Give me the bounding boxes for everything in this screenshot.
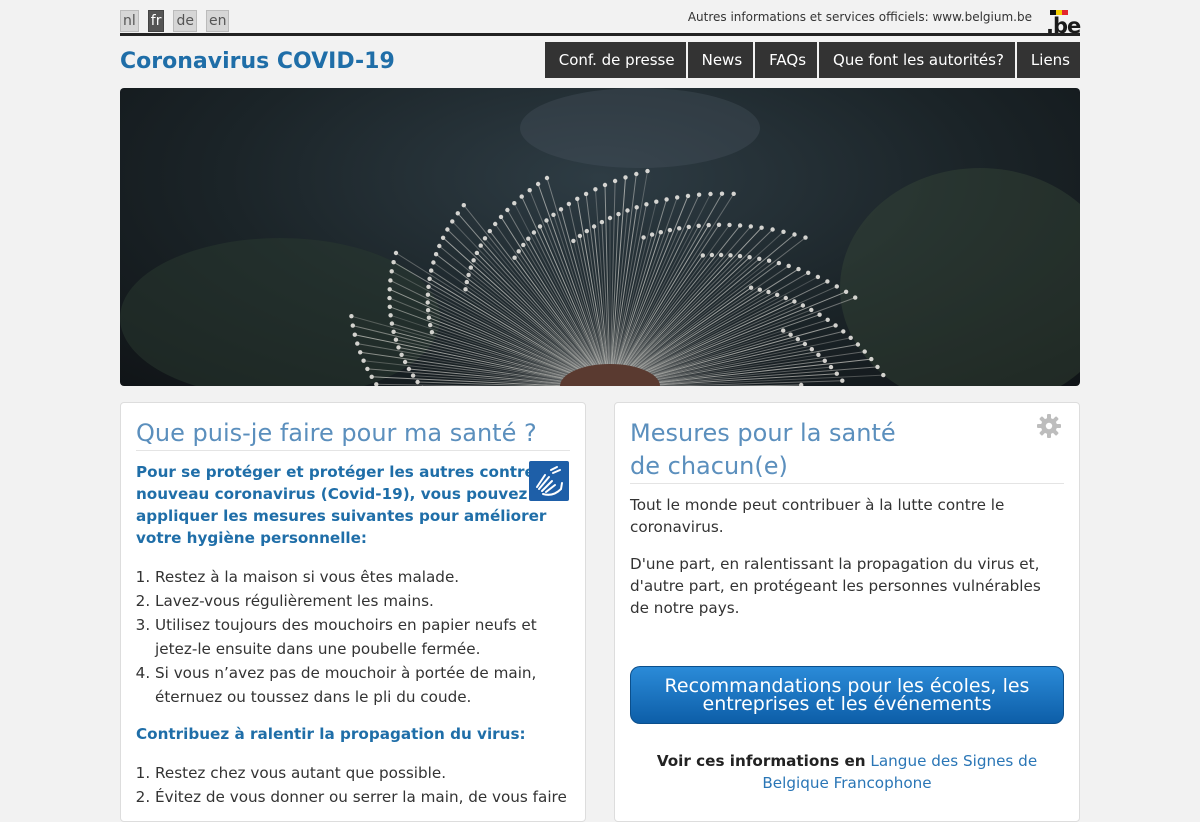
nav-news[interactable]: News — [688, 42, 754, 78]
language-de[interactable]: de — [173, 10, 197, 32]
measures-paragraph-1: Tout le monde peut contribuer à la lutte… — [630, 494, 1064, 538]
slowdown-list: Restez chez vous autant que possible. Év… — [136, 761, 570, 809]
top-bar: nl fr de en Autres informations et servi… — [120, 0, 1080, 36]
nav-faqs[interactable]: FAQs — [755, 42, 817, 78]
language-en[interactable]: en — [206, 10, 230, 32]
list-item: Évitez de vous donner ou serrer la main,… — [155, 785, 570, 809]
measures-heading-line2: de chacun(e) — [630, 452, 788, 480]
official-info-link[interactable]: Autres informations et services officiel… — [688, 10, 1032, 24]
health-card: Que puis-je faire pour ma santé ? Pour s… — [120, 402, 586, 822]
list-item: Utilisez toujours des mouchoirs en papie… — [155, 613, 570, 661]
sign-language-prefix: Voir ces informations en — [657, 752, 866, 770]
list-item: Restez chez vous autant que possible. — [155, 761, 570, 785]
page: nl fr de en Autres informations et servi… — [120, 0, 1080, 386]
language-switcher: nl fr de en — [120, 10, 229, 32]
language-nl[interactable]: nl — [120, 10, 139, 32]
health-card-heading: Que puis-je faire pour ma santé ? — [136, 417, 570, 451]
measures-heading-line1: Mesures pour la santé — [630, 419, 896, 447]
sign-language-link-line1: Langue des Signes de — [870, 752, 1037, 770]
language-fr[interactable]: fr — [148, 10, 165, 32]
measures-card-heading: Mesures pour la santé de chacun(e) — [630, 417, 1064, 484]
recommendations-button-line2: entreprises et les événements — [703, 693, 992, 715]
dandelion-illustration — [120, 88, 1080, 386]
nav-links[interactable]: Liens — [1017, 42, 1080, 78]
header: Coronavirus COVID-19 Conf. de presse New… — [120, 36, 1080, 86]
health-intro-text: Pour se protéger et protéger les autres … — [136, 461, 568, 549]
hygiene-list: Restez à la maison si vous êtes malade. … — [136, 565, 570, 709]
nav-authorities[interactable]: Que font les autorités? — [819, 42, 1015, 78]
list-item: Si vous n’avez pas de mouchoir à portée … — [155, 661, 570, 709]
measures-card: Mesures pour la santé de chacun(e) Tout — [614, 402, 1080, 822]
health-intro: Pour se protéger et protéger les autres … — [136, 461, 570, 549]
list-item: Restez à la maison si vous êtes malade. — [155, 565, 570, 589]
gear-icon[interactable] — [1036, 413, 1062, 439]
belgium-be-logo[interactable]: .be — [1046, 10, 1080, 34]
list-item: Lavez-vous régulièrement les mains. — [155, 589, 570, 613]
nav-press-conference[interactable]: Conf. de presse — [545, 42, 686, 78]
sign-language-info: Voir ces informations en Langue des Sign… — [630, 750, 1064, 794]
logo-text: .be — [1046, 14, 1080, 38]
hero-image — [120, 88, 1080, 386]
main-nav: Conf. de presse News FAQs Que font les a… — [545, 42, 1080, 78]
sign-language-link-line2: Belgique Francophone — [762, 774, 931, 792]
recommendations-button[interactable]: Recommandations pour les écoles, les ent… — [630, 666, 1064, 724]
sign-language-icon[interactable] — [529, 461, 569, 501]
measures-paragraph-2: D'une part, en ralentissant la propagati… — [630, 553, 1064, 619]
slowdown-heading: Contribuez à ralentir la propagation du … — [136, 723, 570, 745]
site-title[interactable]: Coronavirus COVID-19 — [120, 49, 395, 74]
